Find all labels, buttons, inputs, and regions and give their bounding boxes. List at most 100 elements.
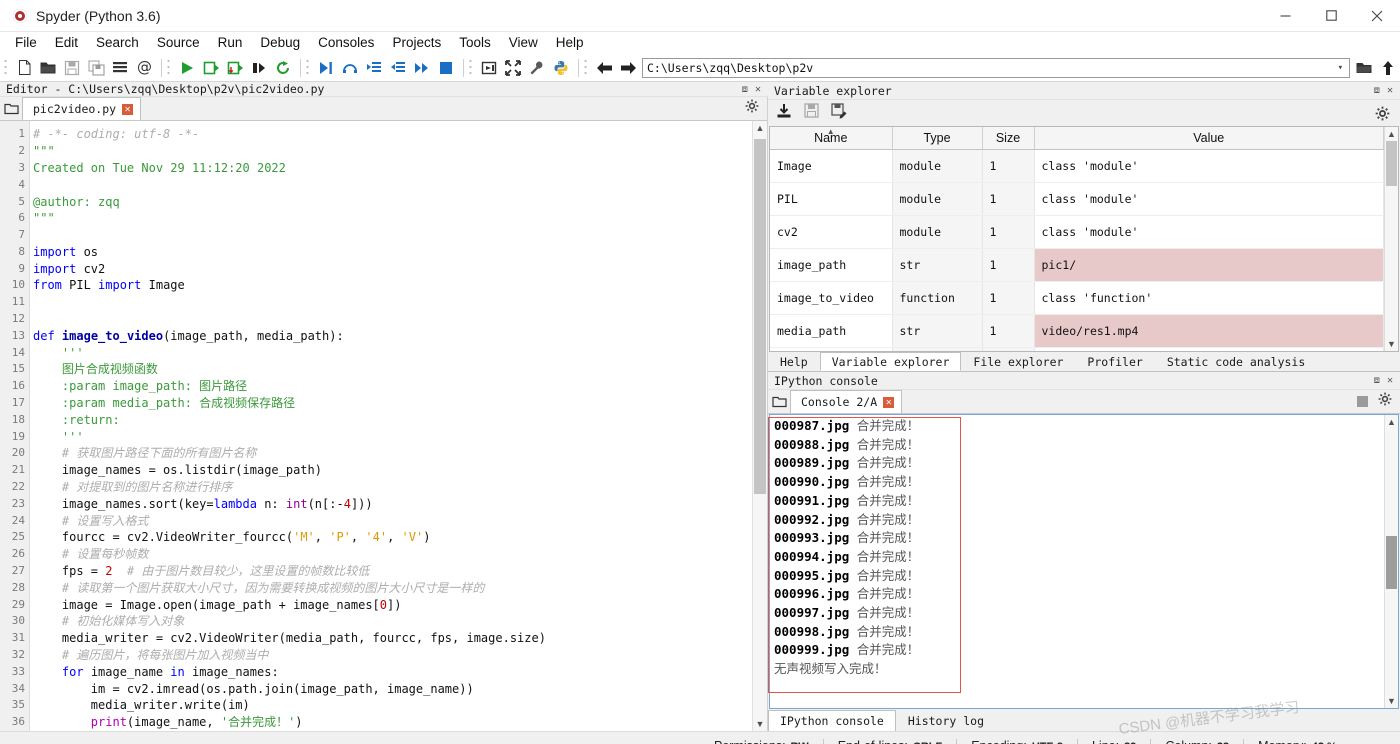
scroll-up-icon[interactable]: ▲: [753, 121, 767, 135]
toolbar-grip-run[interactable]: [167, 57, 173, 78]
tab-history-log[interactable]: History log: [896, 710, 996, 731]
code-editor[interactable]: 1 2 3 4 5 6 7 8 9 10 11 12 13 14 15 16 17 18 19 20 21 22 23 24 2…: [0, 121, 767, 731]
menu-debug[interactable]: Debug: [251, 32, 309, 54]
console-output-area[interactable]: 000987.jpg 合并完成！ 000988.jpg 合并完成！ 000989.j…: [769, 414, 1399, 709]
parent-dir-icon[interactable]: [1376, 56, 1400, 80]
editor-scroll-thumb[interactable]: [754, 139, 766, 495]
variable-explorer-scrollbar[interactable]: ▲ ▼: [1384, 127, 1398, 351]
find-symbol-icon[interactable]: @: [132, 56, 156, 80]
variable-explorer-options[interactable]: [1375, 106, 1400, 121]
menu-help[interactable]: Help: [547, 32, 593, 54]
table-row[interactable]: Image module 1 class 'module': [770, 149, 1384, 183]
re-run-icon[interactable]: [271, 56, 295, 80]
toolbar-grip-path[interactable]: [584, 57, 590, 78]
save-file-icon[interactable]: [60, 56, 84, 80]
close-icon[interactable]: ✕: [1387, 375, 1393, 386]
close-button[interactable]: [1354, 0, 1400, 32]
maximize-button[interactable]: [1308, 0, 1354, 32]
toolbar-grip-file[interactable]: [4, 57, 10, 78]
scroll-up-icon[interactable]: ▲: [1385, 415, 1398, 429]
console-tab-console2a[interactable]: Console 2/A ✕: [790, 390, 903, 413]
new-file-icon[interactable]: [12, 56, 36, 80]
tab-help[interactable]: Help: [768, 352, 820, 371]
gear-icon[interactable]: [1378, 392, 1392, 411]
open-file-icon[interactable]: [36, 56, 60, 80]
back-icon[interactable]: [592, 56, 616, 80]
editor-tab-close-icon[interactable]: ✕: [122, 103, 134, 115]
ve-scroll-track[interactable]: [1385, 141, 1398, 337]
menu-source[interactable]: Source: [148, 32, 209, 54]
console-vertical-scrollbar[interactable]: ▲ ▼: [1384, 415, 1398, 708]
table-row[interactable]: cv2 module 1 class 'module': [770, 215, 1384, 249]
table-row[interactable]: image_path str 1 pic1/: [770, 248, 1384, 282]
step-over-icon[interactable]: [338, 56, 362, 80]
browse-dir-icon[interactable]: [1352, 56, 1376, 80]
save-all-icon[interactable]: [84, 56, 108, 80]
menu-file[interactable]: File: [6, 32, 46, 54]
variable-explorer-table[interactable]: ▲ Name Type Size Value Image module 1 class…: [770, 127, 1384, 351]
pythonpath-icon[interactable]: [549, 56, 573, 80]
column-header-value[interactable]: Value: [1034, 127, 1384, 150]
browse-tabs-icon[interactable]: [0, 96, 22, 120]
editor-tab-pic2video[interactable]: pic2video.py ✕: [22, 97, 142, 121]
table-row[interactable]: media_path str 1 video/res1.mp4: [770, 314, 1384, 348]
scroll-down-icon[interactable]: ▼: [1385, 694, 1398, 708]
undock-icon[interactable]: ⧈: [1374, 375, 1380, 386]
menu-search[interactable]: Search: [87, 32, 148, 54]
menu-tools[interactable]: Tools: [450, 32, 500, 54]
save-data-as-icon[interactable]: [831, 102, 848, 124]
menu-consoles[interactable]: Consoles: [309, 32, 383, 54]
column-header-type[interactable]: Type: [892, 127, 983, 150]
editor-vertical-scrollbar[interactable]: ▲ ▼: [752, 121, 767, 731]
menu-run[interactable]: Run: [209, 32, 252, 54]
run-icon[interactable]: [175, 56, 199, 80]
menu-projects[interactable]: Projects: [383, 32, 450, 54]
tab-static-code-analysis[interactable]: Static code analysis: [1155, 352, 1317, 371]
tab-profiler[interactable]: Profiler: [1075, 352, 1154, 371]
preferences-icon[interactable]: [525, 56, 549, 80]
toolbar-grip-debug[interactable]: [306, 57, 312, 78]
toolbar-grip-layout[interactable]: [469, 57, 475, 78]
import-data-icon[interactable]: [776, 103, 792, 124]
tab-ipython-console[interactable]: IPython console: [768, 710, 896, 731]
debug-icon[interactable]: [314, 56, 338, 80]
console-tab-close-icon[interactable]: ✕: [883, 396, 895, 408]
forward-icon[interactable]: [616, 56, 640, 80]
run-selection-icon[interactable]: [247, 56, 271, 80]
ve-scroll-thumb[interactable]: [1386, 141, 1397, 186]
undock-icon[interactable]: ⧈: [742, 84, 748, 95]
undock-icon[interactable]: ⧈: [1374, 85, 1380, 96]
menu-view[interactable]: View: [500, 32, 547, 54]
step-into-icon[interactable]: [362, 56, 386, 80]
column-header-size[interactable]: Size: [982, 127, 1035, 150]
table-row[interactable]: PIL module 1 class 'module': [770, 182, 1384, 216]
scroll-down-icon[interactable]: ▼: [753, 717, 767, 731]
code-text[interactable]: # -*- coding: utf-8 -*- """ Created on Tue…: [30, 121, 752, 731]
editor-scroll-track[interactable]: [753, 135, 767, 717]
tab-file-explorer[interactable]: File explorer: [961, 352, 1075, 371]
browse-tabs-icon[interactable]: [768, 389, 790, 413]
close-icon[interactable]: ✕: [755, 84, 761, 95]
step-return-icon[interactable]: [386, 56, 410, 80]
run-cell-advance-icon[interactable]: [223, 56, 247, 80]
minimize-button[interactable]: [1262, 0, 1308, 32]
scroll-down-icon[interactable]: ▼: [1385, 337, 1398, 351]
column-header-name[interactable]: ▲ Name: [770, 127, 893, 150]
menu-edit[interactable]: Edit: [46, 32, 87, 54]
file-switcher-icon[interactable]: [108, 56, 132, 80]
table-row[interactable]: image_to_video function 1 class 'function': [770, 281, 1384, 315]
tab-variable-explorer[interactable]: Variable explorer: [819, 352, 962, 371]
working-directory-combobox[interactable]: C:\Users\zqq\Desktop\p2v ▾: [642, 57, 1350, 78]
fullscreen-icon[interactable]: [501, 56, 525, 80]
scroll-up-icon[interactable]: ▲: [1385, 127, 1398, 141]
console-scroll-track[interactable]: [1385, 429, 1398, 694]
run-cell-icon[interactable]: [199, 56, 223, 80]
save-data-icon[interactable]: [804, 103, 819, 123]
console-output-text[interactable]: 000987.jpg 合并完成！ 000988.jpg 合并完成！ 000989.j…: [770, 415, 1384, 708]
stop-debug-icon[interactable]: [434, 56, 458, 80]
gear-icon[interactable]: [745, 99, 759, 118]
chevron-down-icon[interactable]: ▾: [1338, 63, 1345, 73]
stop-icon[interactable]: [1357, 395, 1368, 407]
close-icon[interactable]: ✕: [1387, 85, 1393, 96]
maximize-pane-icon[interactable]: [477, 56, 501, 80]
